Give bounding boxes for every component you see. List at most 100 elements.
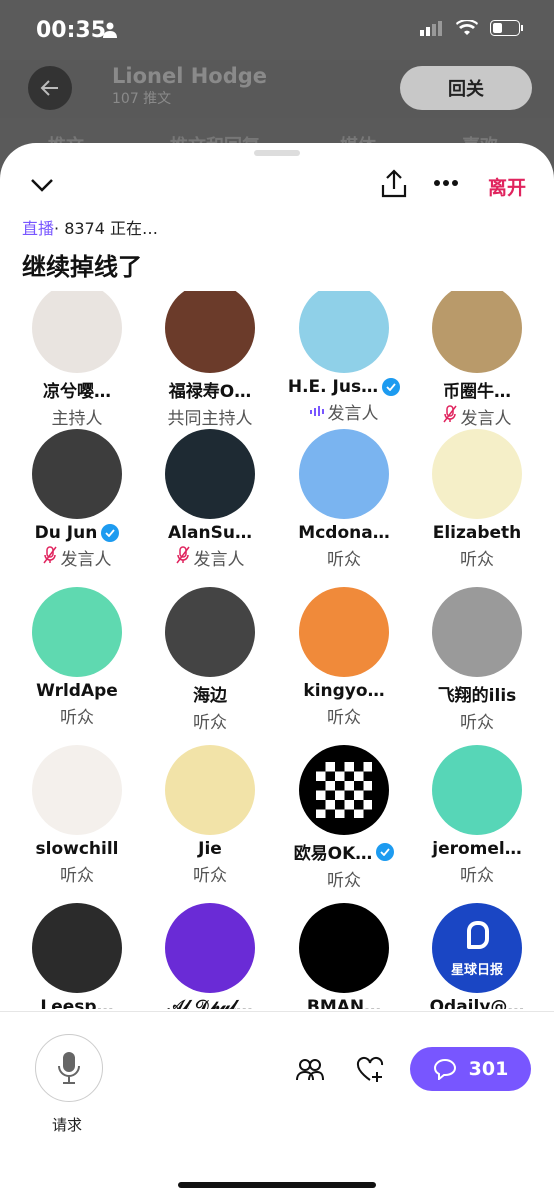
participant-role-text: 发言人 (460, 409, 512, 429)
avatar[interactable] (32, 587, 122, 677)
avatar[interactable] (299, 745, 389, 835)
participant-role: 听众 (10, 703, 144, 728)
leave-button[interactable]: 离开 (488, 173, 526, 200)
participant-role-text: 听众 (60, 866, 94, 886)
participant-name-text: BMAN… (306, 997, 382, 1009)
participant-grid: 凉兮嘤… 主持人 福禄寿O… 共同主持人 H.E. Jus… 发言人 币圈牛… 发言人 Du J… (0, 291, 554, 1009)
participant[interactable]: BMAN… (277, 903, 411, 1009)
avatar[interactable] (165, 587, 255, 677)
participant-name: Elizabeth (410, 523, 544, 543)
arrow-left-icon (40, 80, 58, 96)
participant-name: 币圈牛… (410, 377, 544, 402)
participant-name-text: jeromel… (432, 839, 522, 859)
participant-role-text: 发言人 (60, 550, 112, 570)
participant-name: kingyo… (277, 681, 411, 701)
chevron-down-icon[interactable] (30, 177, 54, 193)
avatar[interactable] (432, 291, 522, 373)
participant[interactable]: Elizabeth 听众 (410, 429, 544, 570)
status-time: 00:35 (36, 18, 107, 43)
participant[interactable]: jeromel… 听众 (410, 745, 544, 886)
participant-role: 发言人 (277, 399, 411, 424)
participant[interactable]: 飞翔的ilis 听众 (410, 587, 544, 733)
participant-name: H.E. Jus… (277, 377, 411, 397)
participant-role: 听众 (410, 708, 544, 733)
participant[interactable]: 欧易OK… 听众 (277, 745, 411, 891)
participant[interactable]: Du Jun 发言人 (10, 429, 144, 570)
avatar[interactable] (299, 429, 389, 519)
request-label: 请求 (52, 1116, 83, 1134)
odaily-logo (467, 921, 489, 949)
follow-back-button[interactable]: 回关 (400, 66, 532, 110)
participant[interactable]: 福禄寿O… 共同主持人 (143, 291, 277, 429)
participant-role-text: 听众 (60, 708, 94, 728)
space-toolbar: 离开 (0, 163, 554, 207)
live-tag: 直播 (22, 219, 55, 238)
drag-handle[interactable] (254, 150, 300, 156)
share-icon[interactable] (380, 169, 408, 199)
participant-name-text: Odaily@… (429, 997, 525, 1009)
participant-role: 主持人 (10, 404, 144, 429)
avatar[interactable] (299, 291, 389, 373)
space-title: 继续掉线了 (22, 253, 142, 281)
participant[interactable]: AlanSu… 发言人 (143, 429, 277, 570)
participant-role-text: 听众 (327, 550, 361, 570)
participant-name-text: Leesp… (40, 997, 114, 1009)
speaking-icon (309, 402, 324, 422)
participant-role-text: 听众 (193, 713, 227, 733)
participant-name-text: 飞翔的ilis (437, 686, 517, 706)
participant[interactable]: 星球日报 Odaily@… (410, 903, 544, 1009)
avatar[interactable]: 星球日报 (432, 903, 522, 993)
participant-name-text: Jie (198, 839, 222, 859)
avatar[interactable] (432, 745, 522, 835)
participant-name: Leesp… (10, 997, 144, 1009)
signal-icon (420, 21, 442, 36)
avatar[interactable] (32, 903, 122, 993)
battery-icon (490, 20, 523, 36)
participant[interactable]: kingyo… 听众 (277, 587, 411, 728)
participant[interactable]: 海边 听众 (143, 587, 277, 733)
request-mic-button[interactable] (35, 1034, 103, 1102)
avatar[interactable] (432, 429, 522, 519)
avatar[interactable] (32, 291, 122, 373)
participant[interactable]: slowchill 听众 (10, 745, 144, 886)
back-button[interactable] (28, 66, 72, 110)
avatar[interactable] (32, 429, 122, 519)
avatar[interactable] (299, 903, 389, 993)
avatar[interactable] (165, 745, 255, 835)
participant[interactable]: 凉兮嘤… 主持人 (10, 291, 144, 429)
comments-button[interactable]: 301 (410, 1047, 531, 1091)
participant[interactable]: 币圈牛… 发言人 (410, 291, 544, 429)
avatar[interactable] (32, 745, 122, 835)
participant-role: 听众 (143, 708, 277, 733)
avatar[interactable] (299, 587, 389, 677)
avatar[interactable] (165, 903, 255, 993)
participant-role: 听众 (143, 861, 277, 886)
avatar[interactable] (165, 291, 255, 373)
participant[interactable]: Mcdona… 听众 (277, 429, 411, 570)
avatar[interactable] (165, 429, 255, 519)
participant-role-text: 听众 (460, 866, 494, 886)
tweet-count: 107 推文 (112, 91, 172, 107)
participant[interactable]: Jie 听众 (143, 745, 277, 886)
participant-role-text: 发言人 (327, 404, 379, 424)
people-icon[interactable] (296, 1058, 324, 1082)
participant-name-text: 𝒜𝓁 𝒟𝓅𝓊𝓁… (167, 997, 253, 1009)
participant[interactable]: Leesp… (10, 903, 144, 1009)
participant-name-text: 币圈牛… (443, 382, 511, 402)
participant-role-text: 听众 (460, 713, 494, 733)
participant[interactable]: WrldApe 听众 (10, 587, 144, 728)
heart-plus-icon[interactable] (356, 1056, 384, 1084)
participant-role-text: 听众 (193, 866, 227, 886)
participant-name: 𝒜𝓁 𝒟𝓅𝓊𝓁… (143, 997, 277, 1009)
participant-name-text: 福禄寿O… (168, 382, 252, 402)
avatar[interactable] (432, 587, 522, 677)
profile-name: Lionel Hodge (112, 64, 268, 88)
participant[interactable]: H.E. Jus… 发言人 (277, 291, 411, 424)
participant-name: WrldApe (10, 681, 144, 701)
more-icon[interactable] (433, 179, 459, 187)
participant-role-text: 听众 (327, 871, 361, 891)
verified-badge-icon (382, 378, 401, 396)
participant-name: Mcdona… (277, 523, 411, 543)
participant[interactable]: 𝒜𝓁 𝒟𝓅𝓊𝓁… (143, 903, 277, 1009)
odaily-logo-text: 星球日报 (450, 963, 503, 978)
